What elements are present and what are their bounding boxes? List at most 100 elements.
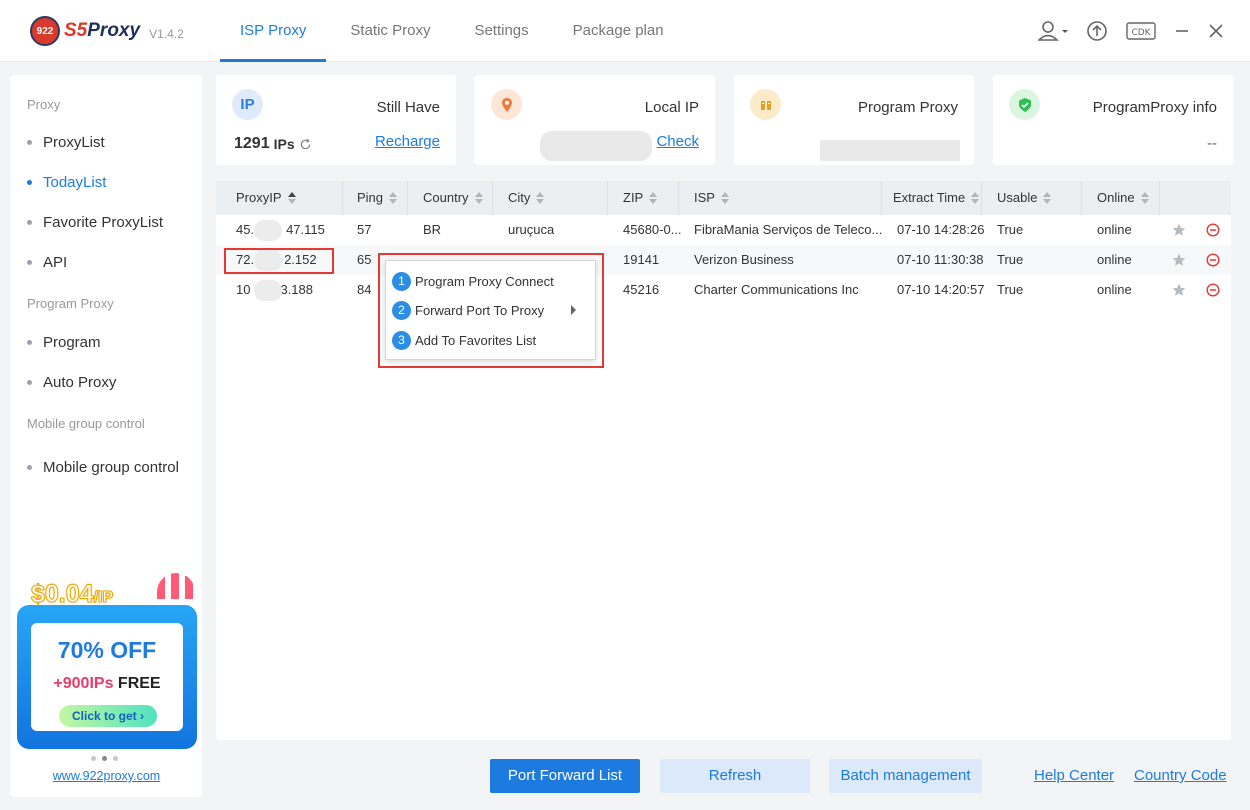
sort-icon bbox=[389, 191, 398, 204]
sidebar-item-mobile-group-control[interactable]: Mobile group control bbox=[27, 459, 179, 476]
cell-country: BR bbox=[423, 222, 442, 237]
promo-discount: 70% OFF bbox=[57, 637, 157, 663]
sort-icon bbox=[287, 191, 296, 204]
column-header-online[interactable]: Online bbox=[1082, 181, 1160, 215]
column-header-usable[interactable]: Usable bbox=[982, 181, 1082, 215]
help-center-link[interactable]: Help Center bbox=[1034, 767, 1114, 784]
bullet-icon bbox=[27, 220, 32, 225]
card-title: ProgramProxy info bbox=[1092, 99, 1217, 116]
sidebar-item-api[interactable]: API bbox=[27, 254, 67, 271]
column-header-country[interactable]: Country bbox=[408, 181, 493, 215]
delete-icon[interactable] bbox=[1206, 283, 1220, 297]
star-icon[interactable] bbox=[1172, 223, 1186, 237]
sidebar-heading-program-proxy: Program Proxy bbox=[27, 296, 114, 311]
column-header-proxyip[interactable]: ProxyIP bbox=[216, 181, 343, 215]
country-code-link[interactable]: Country Code bbox=[1134, 767, 1227, 784]
recharge-link[interactable]: Recharge bbox=[375, 133, 440, 150]
sort-icon bbox=[474, 191, 483, 204]
table-row[interactable]: 72. 2.152 65 19141 Verizon Business 07-10… bbox=[216, 245, 1231, 275]
masked-ip-segment bbox=[254, 280, 282, 301]
promo-bonus: +900IPs FREE bbox=[53, 675, 161, 692]
cell-extract-time: 07-10 11:30:38 bbox=[897, 252, 984, 267]
cell-ping: 57 bbox=[357, 222, 372, 237]
card-title: Program Proxy bbox=[857, 99, 958, 116]
tab-static-proxy[interactable]: Static Proxy bbox=[330, 0, 450, 62]
cell-zip: 45680-0... bbox=[623, 222, 682, 237]
ip-balance: 1291 IPs bbox=[234, 135, 312, 153]
star-icon[interactable] bbox=[1172, 283, 1186, 297]
user-menu-button[interactable] bbox=[1038, 18, 1068, 44]
logo-text: S5Proxy bbox=[64, 20, 141, 41]
website-link[interactable]: www.922proxy.com bbox=[11, 769, 202, 783]
promo-carousel-dots[interactable] bbox=[91, 756, 118, 761]
promo-banner[interactable]: 70% OFF +900IPs FREE Click to get › $0.0… bbox=[17, 573, 197, 749]
highlight-selected-ip bbox=[224, 248, 334, 274]
card-still-have: IP Still Have 1291 IPs Recharge bbox=[216, 75, 456, 165]
cell-isp: Verizon Business bbox=[694, 252, 794, 267]
column-header-extract-time[interactable]: Extract Time bbox=[882, 181, 982, 215]
promo-click-button[interactable]: Click to get › bbox=[59, 705, 157, 727]
sidebar-item-favorite-proxylist[interactable]: Favorite ProxyList bbox=[27, 214, 163, 231]
check-link[interactable]: Check bbox=[656, 133, 699, 150]
bullet-icon bbox=[27, 260, 32, 265]
table-row[interactable]: 10 3.188 84 45216 Charter Communications … bbox=[216, 275, 1231, 305]
sidebar-item-proxylist[interactable]: ProxyList bbox=[27, 134, 105, 151]
tab-package-plan[interactable]: Package plan bbox=[553, 0, 684, 62]
cell-isp: Charter Communications Inc bbox=[694, 282, 859, 297]
app-logo: 922 S5Proxy V1.4.2 bbox=[30, 16, 184, 46]
sidebar: Proxy ProxyList TodayList Favorite Proxy… bbox=[11, 75, 202, 797]
cell-isp: FibraMania Serviços de Teleco... bbox=[694, 222, 883, 237]
promo-price: $0.04/IP bbox=[31, 580, 114, 609]
minimize-button[interactable] bbox=[1174, 18, 1190, 44]
refresh-icon[interactable] bbox=[299, 138, 312, 151]
sort-icon bbox=[536, 191, 545, 204]
card-program-proxy: Program Proxy bbox=[734, 75, 974, 165]
sidebar-item-auto-proxy[interactable]: Auto Proxy bbox=[27, 374, 116, 391]
program-proxy-icon bbox=[750, 89, 781, 120]
sidebar-item-todaylist[interactable]: TodayList bbox=[27, 174, 106, 191]
delete-icon[interactable] bbox=[1206, 223, 1220, 237]
upload-button[interactable] bbox=[1086, 18, 1108, 44]
shield-check-icon bbox=[1009, 89, 1040, 120]
table-header: ProxyIP Ping Country City ZIP ISP Extrac… bbox=[216, 181, 1231, 215]
cdk-button[interactable]: CDK bbox=[1126, 18, 1156, 44]
logo-globe-icon: 922 bbox=[30, 16, 60, 46]
port-forward-list-button[interactable]: Port Forward List bbox=[490, 759, 640, 793]
column-header-zip[interactable]: ZIP bbox=[608, 181, 679, 215]
sort-icon bbox=[971, 191, 980, 204]
carousel-dot[interactable] bbox=[91, 756, 96, 761]
refresh-button[interactable]: Refresh bbox=[660, 759, 810, 793]
card-programproxy-info: ProgramProxy info -- bbox=[993, 75, 1233, 165]
card-title: Local IP bbox=[644, 99, 699, 116]
cell-online: online bbox=[1097, 282, 1132, 297]
cell-usable: True bbox=[997, 222, 1024, 237]
tab-settings[interactable]: Settings bbox=[454, 0, 548, 62]
batch-management-button[interactable]: Batch management bbox=[829, 759, 982, 793]
cell-ping: 65 bbox=[357, 252, 372, 267]
app-version: V1.4.2 bbox=[149, 26, 184, 41]
tab-isp-proxy[interactable]: ISP Proxy bbox=[220, 0, 327, 62]
bullet-icon bbox=[27, 340, 32, 345]
svg-text:CDK: CDK bbox=[1131, 28, 1151, 38]
sort-icon bbox=[1043, 191, 1052, 204]
title-bar: 922 S5Proxy V1.4.2 ISP Proxy Static Prox… bbox=[0, 0, 1250, 62]
delete-icon[interactable] bbox=[1206, 253, 1220, 267]
column-header-isp[interactable]: ISP bbox=[679, 181, 882, 215]
cell-city: uruçuca bbox=[508, 222, 555, 237]
sidebar-item-program[interactable]: Program bbox=[27, 334, 101, 351]
location-pin-icon bbox=[491, 89, 522, 120]
sidebar-heading-proxy: Proxy bbox=[27, 97, 61, 112]
star-icon[interactable] bbox=[1172, 253, 1186, 267]
bullet-icon bbox=[27, 465, 32, 470]
carousel-dot-active[interactable] bbox=[102, 756, 107, 761]
column-header-city[interactable]: City bbox=[493, 181, 608, 215]
table-row[interactable]: 45. 47.115 57 BR uruçuca 45680-0... Fibra… bbox=[216, 215, 1231, 245]
bullet-icon bbox=[27, 180, 32, 185]
highlight-context-menu bbox=[378, 253, 604, 368]
window-controls: CDK bbox=[1038, 18, 1224, 44]
carousel-dot[interactable] bbox=[113, 756, 118, 761]
column-header-ping[interactable]: Ping bbox=[343, 181, 408, 215]
cdk-icon: CDK bbox=[1126, 22, 1156, 40]
close-button[interactable] bbox=[1208, 18, 1224, 44]
cell-ping: 84 bbox=[357, 282, 372, 297]
